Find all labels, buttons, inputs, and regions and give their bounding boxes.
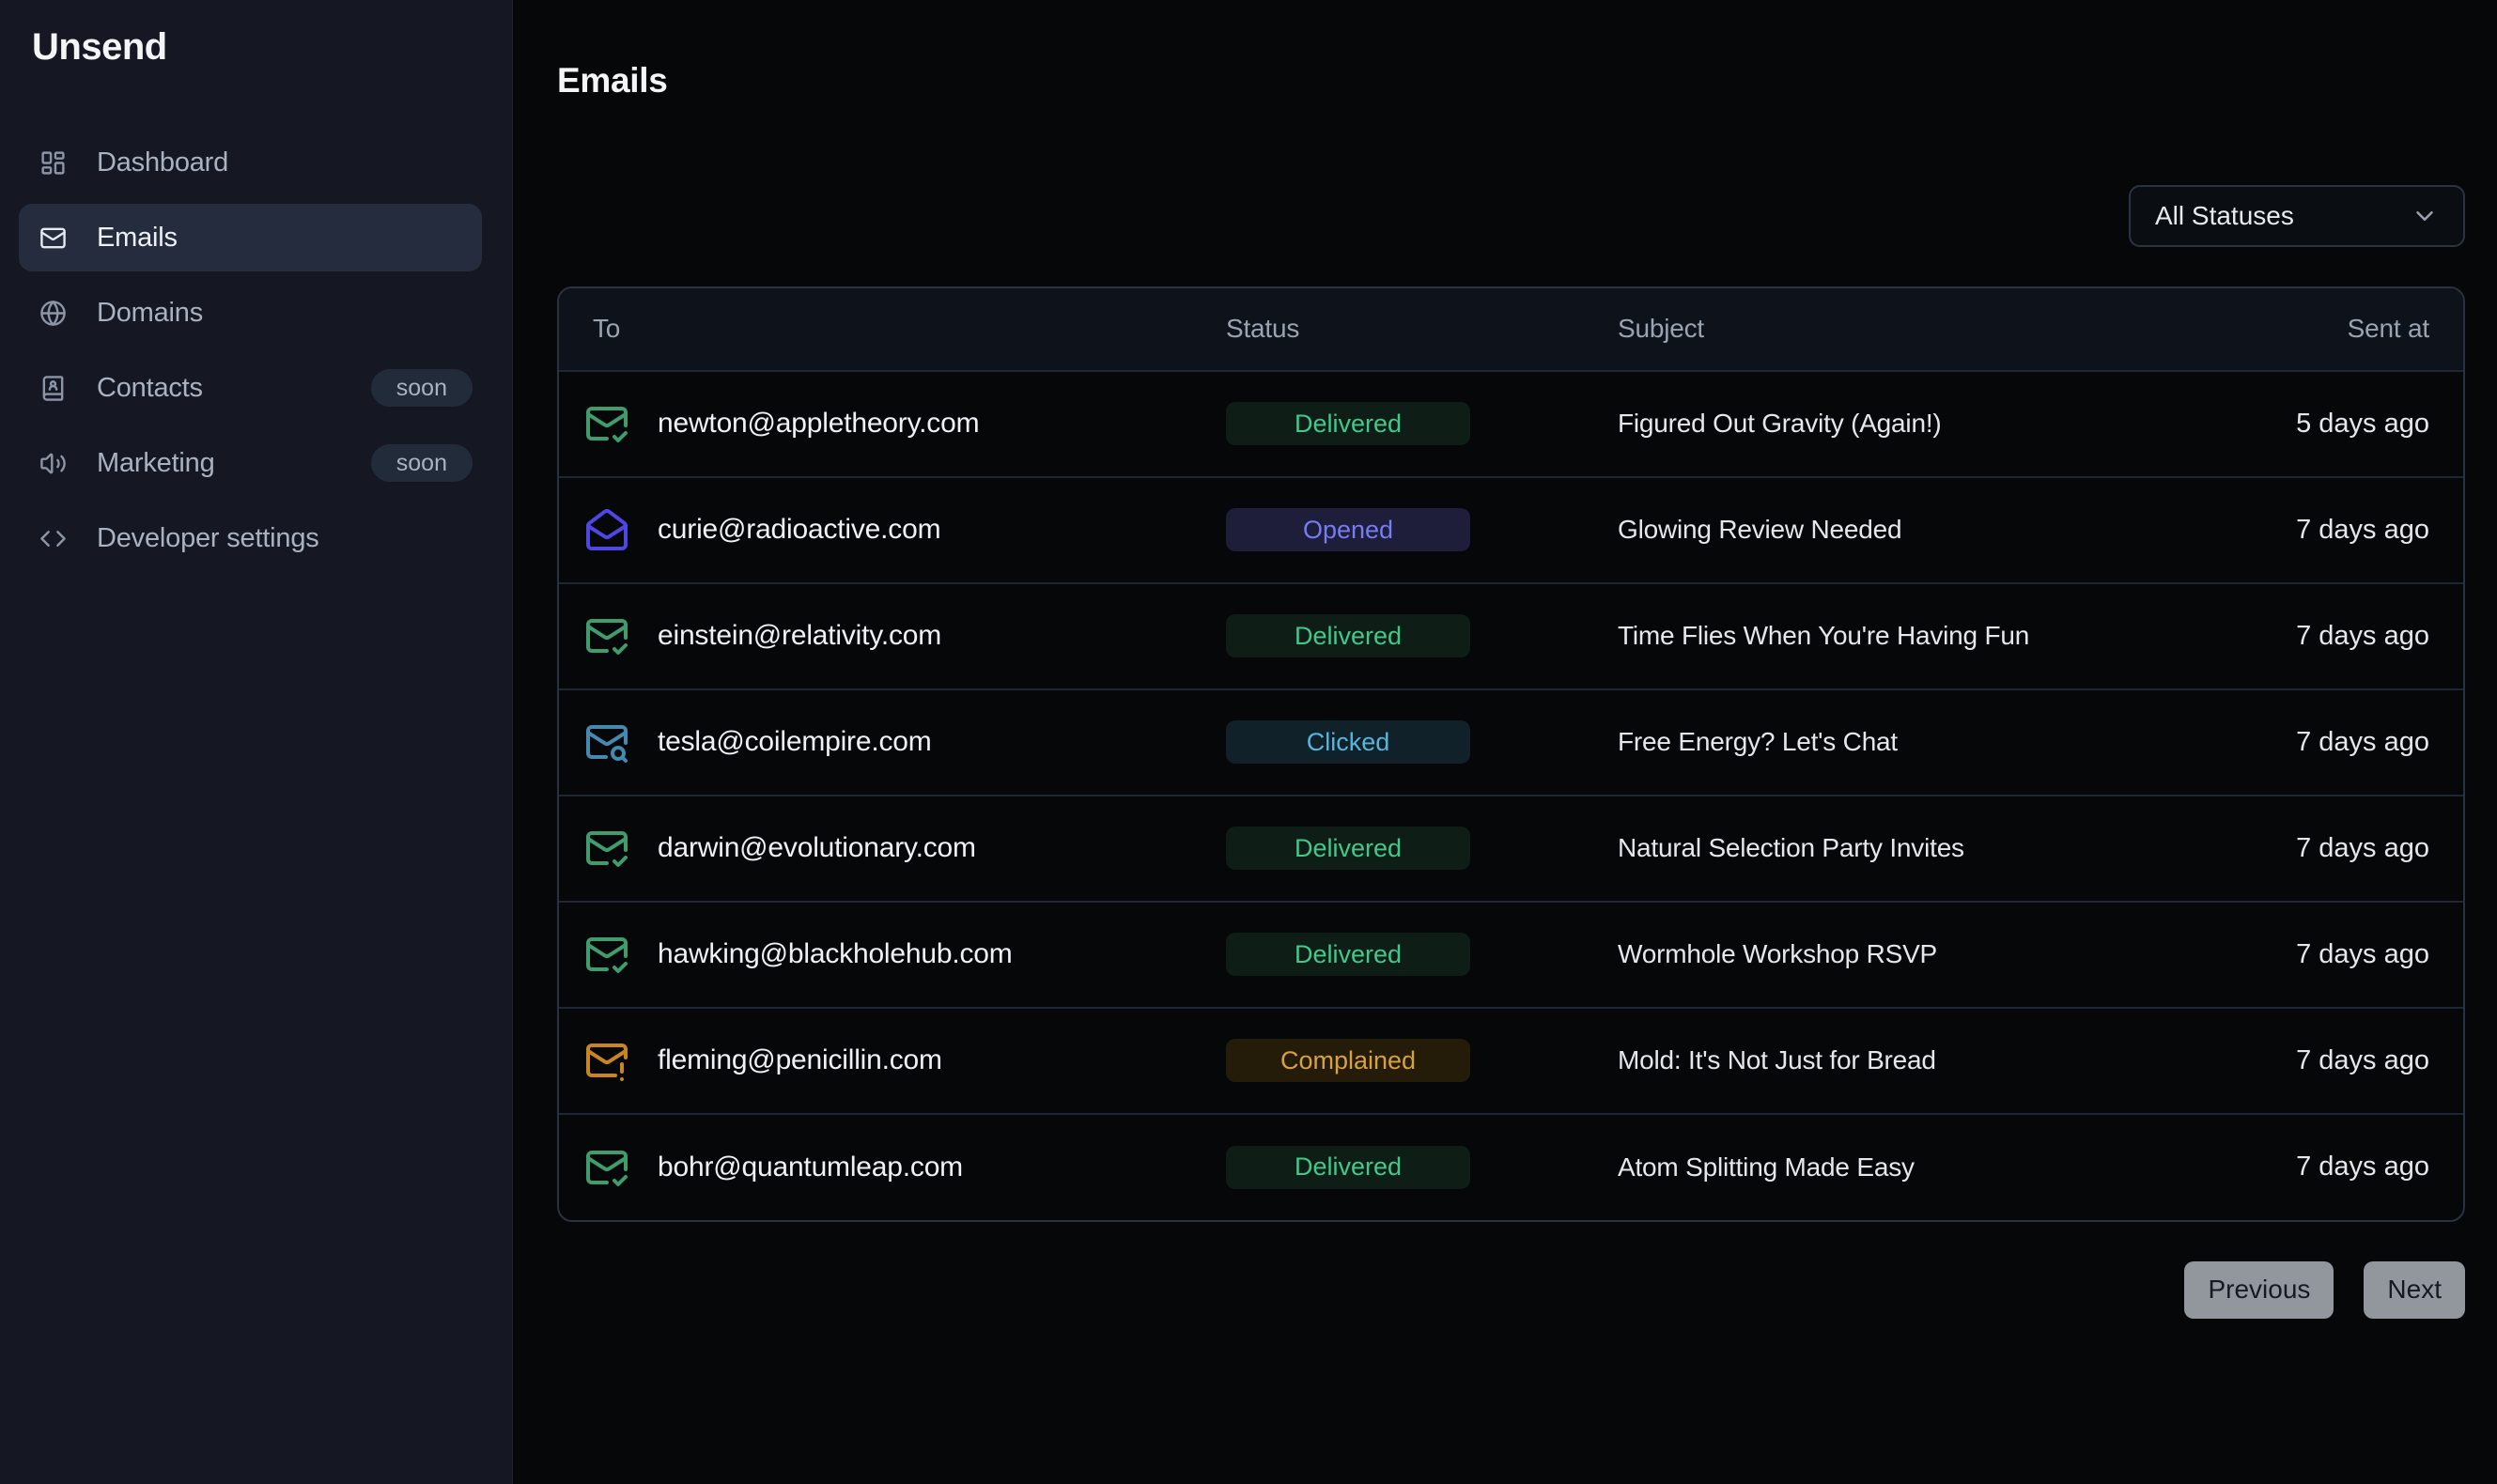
app-logo: Unsend <box>32 26 512 69</box>
sidebar-item-label: Emails <box>97 223 178 254</box>
sent-at: 7 days ago <box>2296 621 2429 651</box>
email-subject: Time Flies When You're Having Fun <box>1618 621 2029 650</box>
emails-table-card: To Status Subject Sent at newton@appleth… <box>557 286 2465 1222</box>
column-header-to: To <box>559 288 1225 371</box>
mail-check-icon <box>584 401 629 446</box>
status-badge: Opened <box>1226 508 1470 551</box>
pagination: Previous Next <box>557 1261 2465 1319</box>
email-subject: Mold: It's Not Just for Bread <box>1618 1045 1936 1074</box>
mail-check-icon <box>584 826 629 871</box>
mail-check-icon <box>584 932 629 977</box>
email-subject: Figured Out Gravity (Again!) <box>1618 409 1942 438</box>
email-subject: Free Energy? Let's Chat <box>1618 727 1898 756</box>
recipient-email: curie@radioactive.com <box>658 514 940 546</box>
dashboard-icon <box>39 149 67 177</box>
sidebar-item-contacts[interactable]: Contacts soon <box>19 354 482 422</box>
sidebar-item-dashboard[interactable]: Dashboard <box>19 129 482 196</box>
sidebar-item-label: Contacts <box>97 373 203 404</box>
table-row[interactable]: fleming@penicillin.com Complained Mold: … <box>559 1008 2463 1114</box>
email-subject: Atom Splitting Made Easy <box>1618 1152 1915 1182</box>
email-subject: Natural Selection Party Invites <box>1618 833 1964 862</box>
sent-at: 7 days ago <box>2296 727 2429 757</box>
sent-at: 5 days ago <box>2296 409 2429 439</box>
page-title: Emails <box>557 61 2465 100</box>
toolbar: All Statuses <box>557 185 2465 247</box>
status-badge: Clicked <box>1226 720 1470 764</box>
sidebar-item-emails[interactable]: Emails <box>19 204 482 271</box>
sent-at: 7 days ago <box>2296 1152 2429 1182</box>
globe-icon <box>39 300 67 327</box>
sidebar-item-label: Developer settings <box>97 523 319 554</box>
table-row[interactable]: darwin@evolutionary.com Delivered Natura… <box>559 796 2463 902</box>
mail-open-icon <box>584 507 629 552</box>
status-badge: Complained <box>1226 1039 1470 1082</box>
recipient-email: newton@appletheory.com <box>658 408 979 440</box>
table-row[interactable]: hawking@blackholehub.com Delivered Wormh… <box>559 902 2463 1008</box>
main-content: Emails All Statuses To Status Subject Se… <box>513 0 2497 1484</box>
sidebar-item-domains[interactable]: Domains <box>19 279 482 347</box>
status-badge: Delivered <box>1226 827 1470 870</box>
mail-check-icon <box>584 613 629 658</box>
status-badge: Delivered <box>1226 1146 1470 1189</box>
mail-search-icon <box>584 719 629 765</box>
recipient-email: tesla@coilempire.com <box>658 726 932 758</box>
mail-icon <box>39 224 67 252</box>
sidebar-item-developer-settings[interactable]: Developer settings <box>19 504 482 572</box>
sent-at: 7 days ago <box>2296 939 2429 969</box>
app-window: Unsend Dashboard Emails Domains Contacts… <box>0 0 2497 1484</box>
sidebar-item-label: Dashboard <box>97 147 228 178</box>
sent-at: 7 days ago <box>2296 515 2429 545</box>
sidebar-item-label: Marketing <box>97 448 215 479</box>
code-icon <box>39 525 67 552</box>
status-badge: Delivered <box>1226 402 1470 445</box>
sent-at: 7 days ago <box>2296 1045 2429 1075</box>
soon-badge: soon <box>371 369 473 407</box>
status-badge: Delivered <box>1226 933 1470 976</box>
sidebar: Unsend Dashboard Emails Domains Contacts… <box>0 0 513 1484</box>
contacts-icon <box>39 375 67 402</box>
recipient-email: darwin@evolutionary.com <box>658 832 976 864</box>
table-header-row: To Status Subject Sent at <box>559 288 2463 371</box>
soon-badge: soon <box>371 444 473 482</box>
sidebar-nav: Dashboard Emails Domains Contacts soon M… <box>19 129 482 572</box>
chevron-down-icon <box>2411 202 2439 230</box>
next-button[interactable]: Next <box>2364 1261 2465 1319</box>
sent-at: 7 days ago <box>2296 833 2429 863</box>
email-subject: Glowing Review Needed <box>1618 515 1901 544</box>
table-row[interactable]: tesla@coilempire.com Clicked Free Energy… <box>559 689 2463 796</box>
table-row[interactable]: bohr@quantumleap.com Delivered Atom Spli… <box>559 1114 2463 1220</box>
column-header-status: Status <box>1225 288 1617 371</box>
table-row[interactable]: newton@appletheory.com Delivered Figured… <box>559 371 2463 477</box>
status-filter-value: All Statuses <box>2155 201 2294 231</box>
recipient-email: fleming@penicillin.com <box>658 1044 942 1076</box>
mail-check-icon <box>584 1145 629 1190</box>
table-row[interactable]: curie@radioactive.com Opened Glowing Rev… <box>559 477 2463 583</box>
sidebar-item-label: Domains <box>97 298 203 329</box>
sidebar-item-marketing[interactable]: Marketing soon <box>19 429 482 497</box>
recipient-email: bohr@quantumleap.com <box>658 1152 963 1183</box>
mail-warning-icon <box>584 1038 629 1083</box>
emails-table: To Status Subject Sent at newton@appleth… <box>559 288 2463 1220</box>
previous-button[interactable]: Previous <box>2184 1261 2334 1319</box>
column-header-sent-at: Sent at <box>2050 288 2463 371</box>
status-badge: Delivered <box>1226 614 1470 657</box>
recipient-email: einstein@relativity.com <box>658 620 941 652</box>
email-subject: Wormhole Workshop RSVP <box>1618 939 1937 968</box>
column-header-subject: Subject <box>1617 288 2050 371</box>
recipient-email: hawking@blackholehub.com <box>658 938 1013 970</box>
speaker-icon <box>39 450 67 477</box>
status-filter-select[interactable]: All Statuses <box>2129 185 2465 247</box>
table-row[interactable]: einstein@relativity.com Delivered Time F… <box>559 583 2463 689</box>
